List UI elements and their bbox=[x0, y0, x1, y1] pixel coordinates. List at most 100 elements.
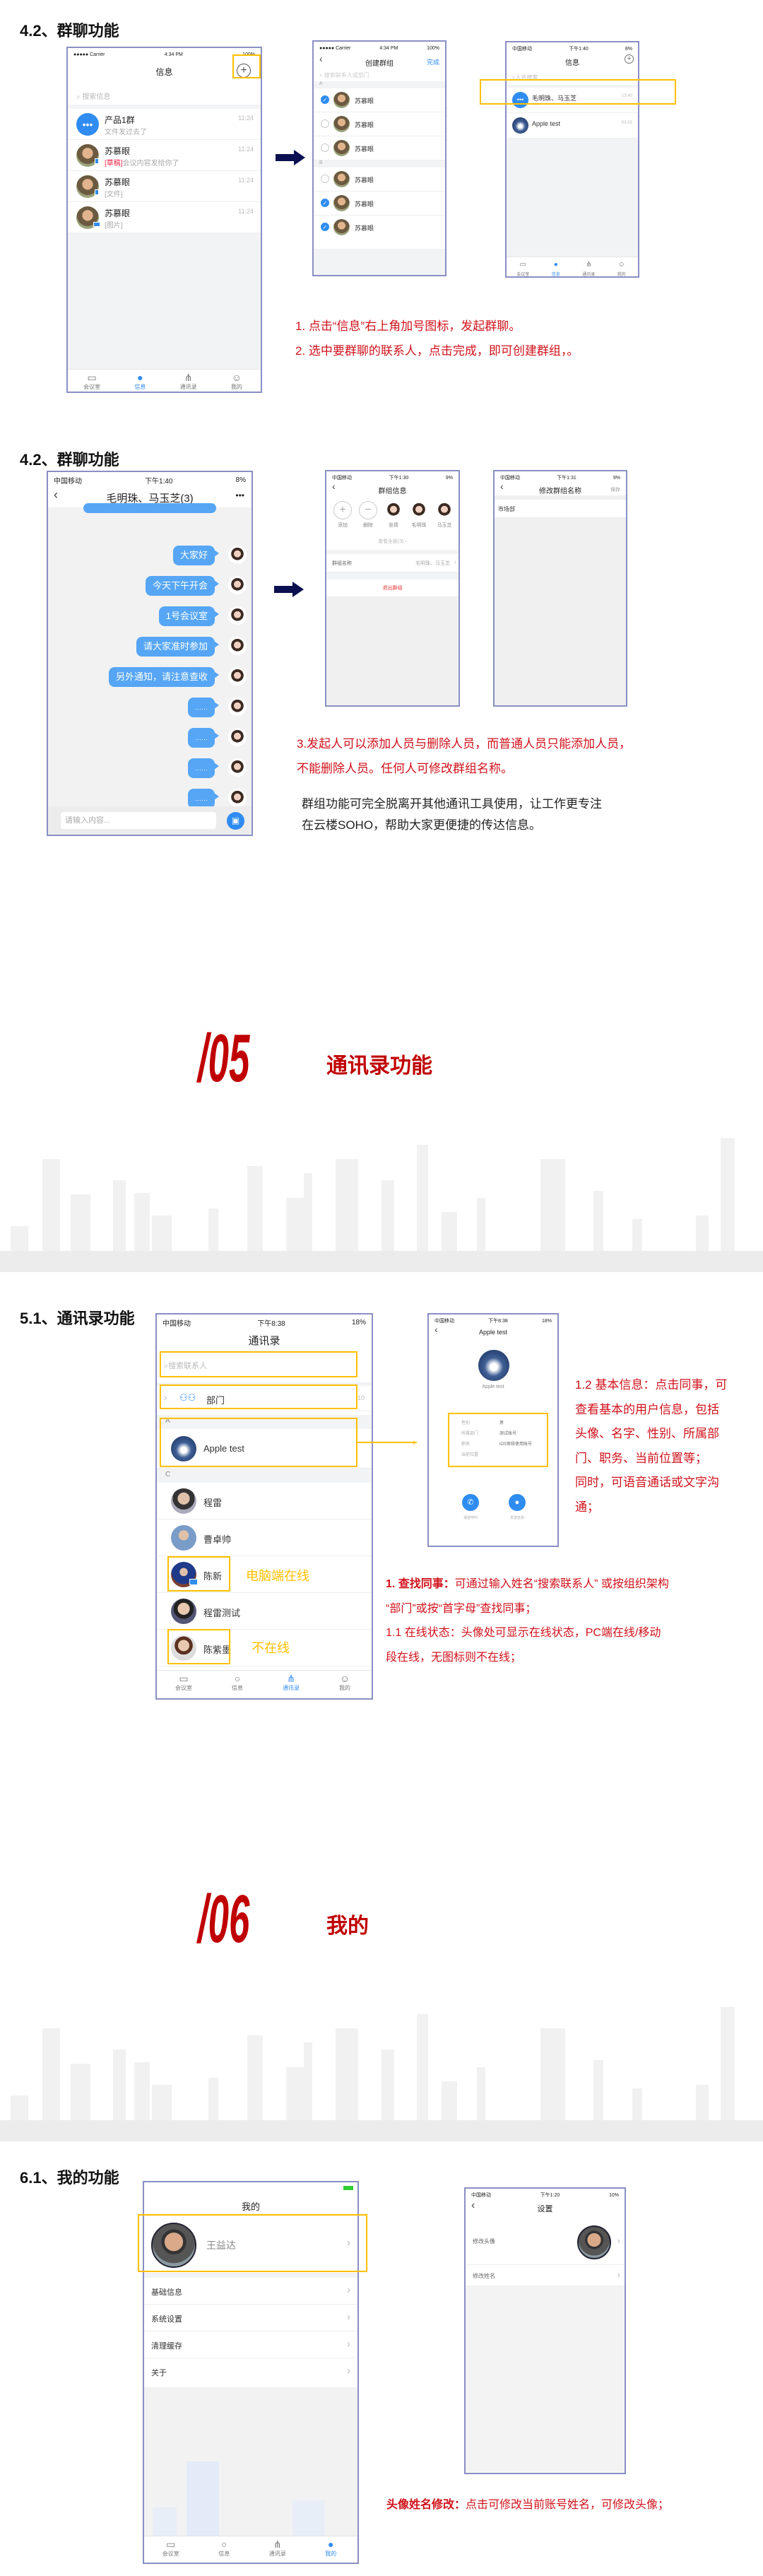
view-all-members-link[interactable]: 查看全部(3) › bbox=[326, 538, 459, 545]
conversation-time: 03-03 bbox=[621, 121, 632, 125]
carrier: 中国移动 bbox=[54, 477, 82, 486]
contact-row[interactable]: ✓ 苏慕眼 bbox=[314, 192, 445, 216]
send-message-button[interactable]: ● bbox=[509, 1494, 526, 1511]
tab-bar: ▭ 会议室 ○ 信息 ⋔ 通讯录 ● 我的 bbox=[144, 2536, 357, 2563]
contact-name: 曹卓帅 bbox=[203, 1534, 232, 1545]
empty-area bbox=[326, 597, 459, 705]
add-member-button[interactable]: + bbox=[333, 501, 352, 519]
group-header: A bbox=[314, 81, 445, 88]
tab-contacts[interactable]: ⋔ 通讯录 bbox=[572, 257, 605, 276]
building-decoration bbox=[187, 2462, 219, 2536]
avatar bbox=[228, 728, 247, 746]
mobile-online-icon bbox=[95, 158, 99, 164]
battery: 18% bbox=[541, 1318, 552, 1324]
conversation-row[interactable]: 苏慕眼 [图片] 11:24 bbox=[68, 202, 261, 233]
avatar bbox=[228, 606, 247, 625]
conversation-row[interactable]: Apple test 03-03 bbox=[507, 113, 638, 139]
more-icon[interactable]: ••• bbox=[235, 490, 244, 500]
tab-meeting[interactable]: ▭ 会议室 bbox=[507, 257, 540, 276]
profile-icon: ☺ bbox=[339, 1673, 350, 1684]
phone-create-group: ●●●●● Carrier 4:34 PM 100% ‹ 创建群组 完成 ⌕ 搜索联… bbox=[312, 40, 446, 276]
add-plus-icon[interactable]: + bbox=[625, 54, 634, 64]
contact-row[interactable]: ✓ 苏慕眼 bbox=[314, 88, 445, 112]
tab-profile[interactable]: ● 我的 bbox=[304, 2536, 358, 2563]
contact-row[interactable]: 程雷测试 bbox=[157, 1593, 372, 1630]
conversation-row[interactable]: 苏慕眼 [文件] 11:24 bbox=[68, 171, 261, 202]
message-bubble: …… bbox=[188, 789, 219, 808]
checkbox[interactable] bbox=[321, 119, 329, 128]
conversation-time: 11:24 bbox=[238, 177, 254, 184]
tab-meeting[interactable]: ▭ 会议室 bbox=[157, 1671, 211, 1698]
contact-row[interactable]: ✓ 苏慕眼 bbox=[314, 216, 445, 240]
search-icon: ⌕ bbox=[319, 72, 324, 78]
message-input[interactable]: 请输入内容... bbox=[61, 812, 216, 829]
member-avatar[interactable] bbox=[384, 501, 403, 519]
tab-messages[interactable]: ○ 信息 bbox=[211, 1671, 264, 1698]
done-button[interactable]: 完成 bbox=[427, 57, 439, 66]
avatar bbox=[333, 116, 350, 132]
battery: 10% bbox=[608, 2192, 619, 2198]
arrow-right-icon bbox=[274, 582, 304, 597]
highlight-box bbox=[160, 1351, 357, 1377]
conversation-time: 11:24 bbox=[238, 114, 254, 122]
conversation-row[interactable]: 苏慕眼 [草稿]会议内容发给你了 11:24 bbox=[68, 140, 261, 171]
search-placeholder: 搜索联系人或部门 bbox=[324, 72, 369, 78]
tab-meeting[interactable]: ▭ 会议室 bbox=[144, 2536, 198, 2563]
tab-messages[interactable]: ● 信息 bbox=[540, 257, 573, 276]
contacts-icon: ⋔ bbox=[273, 2539, 282, 2550]
tab-contacts[interactable]: ⋔ 通讯录 bbox=[264, 1671, 318, 1698]
group-name-input[interactable]: 市场部 bbox=[495, 500, 626, 518]
menu-item-clear-cache[interactable]: 清理缓存 › bbox=[144, 2331, 357, 2358]
contact-row[interactable]: 苏慕眼 bbox=[314, 136, 445, 160]
menu-item-about[interactable]: 关于 › bbox=[144, 2358, 357, 2385]
tab-profile[interactable]: ☺ 我的 bbox=[318, 1671, 372, 1698]
chevron-right-icon: › bbox=[454, 558, 456, 565]
checkbox[interactable] bbox=[321, 175, 329, 183]
image-send-icon[interactable]: ▣ bbox=[227, 812, 244, 830]
tab-messages[interactable]: ○ 信息 bbox=[198, 2536, 252, 2563]
change-avatar-row[interactable]: 修改头像 › bbox=[466, 2218, 625, 2265]
change-name-row[interactable]: 修改姓名 › bbox=[466, 2265, 625, 2286]
quit-group-button[interactable]: 退出群组 bbox=[326, 580, 459, 597]
section-title: 5.1、通讯录功能 bbox=[20, 1310, 135, 1327]
tab-label: 通讯录 bbox=[268, 2551, 286, 2557]
checkbox-checked[interactable]: ✓ bbox=[321, 223, 329, 231]
instruction-text: 不能删除人员。任何人可修改群组名称。 bbox=[297, 762, 513, 775]
member-label: 添加 bbox=[338, 523, 348, 528]
chat-area bbox=[48, 503, 252, 808]
tab-messages[interactable]: ● 信息 bbox=[116, 370, 164, 392]
tab-contacts[interactable]: ⋔ 通讯录 bbox=[165, 370, 213, 392]
tab-meeting[interactable]: ▭ 会议室 bbox=[68, 370, 116, 392]
voice-call-button[interactable]: ✆ bbox=[462, 1494, 479, 1511]
tab-profile[interactable]: ☺ 我的 bbox=[213, 370, 261, 392]
member-avatar[interactable] bbox=[410, 501, 428, 519]
conversation-row[interactable]: ••• 产品1群 文件发过去了 11:24 bbox=[68, 109, 261, 140]
group-name-row[interactable]: 群组名称 毛明珠、马玉芝 › bbox=[326, 554, 459, 572]
tab-profile[interactable]: ☺ 我的 bbox=[605, 257, 639, 276]
remove-member-button[interactable]: − bbox=[359, 501, 377, 519]
checkbox[interactable] bbox=[321, 143, 329, 152]
message-icon: ○ bbox=[234, 1673, 241, 1684]
chevron-right-icon: › bbox=[347, 2338, 350, 2350]
section-number: /05 bbox=[198, 1021, 250, 1096]
chevron-right-icon: › bbox=[347, 2365, 350, 2377]
member-avatar[interactable] bbox=[435, 501, 454, 519]
conversation-time: 11:24 bbox=[238, 146, 254, 153]
contact-row[interactable]: 程雷 bbox=[157, 1483, 372, 1519]
checkbox-checked[interactable]: ✓ bbox=[321, 95, 329, 104]
conversation-name: 苏慕眼 bbox=[105, 208, 131, 218]
contact-row[interactable]: 苏慕眼 bbox=[314, 112, 445, 136]
contact-row[interactable]: 苏慕眼 bbox=[314, 167, 445, 192]
menu-item-basic-info[interactable]: 基础信息 › bbox=[144, 2278, 357, 2305]
highlight-box bbox=[448, 1413, 548, 1467]
checkbox-checked[interactable]: ✓ bbox=[321, 199, 329, 207]
avatar bbox=[333, 171, 350, 187]
menu-label: 关于 bbox=[151, 2369, 167, 2377]
save-button[interactable]: 保存 bbox=[610, 486, 620, 493]
menu-item-system-settings[interactable]: 系统设置 › bbox=[144, 2305, 357, 2331]
phone-messages: ●●●●● Carrier 4:34 PM 100% 信息 + ⌕ 搜索信息 •••… bbox=[66, 47, 262, 393]
search-input[interactable]: ⌕ 搜索联系人或部门 bbox=[319, 71, 369, 79]
tab-contacts[interactable]: ⋔ 通讯录 bbox=[251, 2536, 304, 2563]
search-input[interactable]: ⌕ 搜索信息 bbox=[76, 90, 110, 101]
contact-row[interactable]: 曹卓帅 bbox=[157, 1519, 372, 1556]
